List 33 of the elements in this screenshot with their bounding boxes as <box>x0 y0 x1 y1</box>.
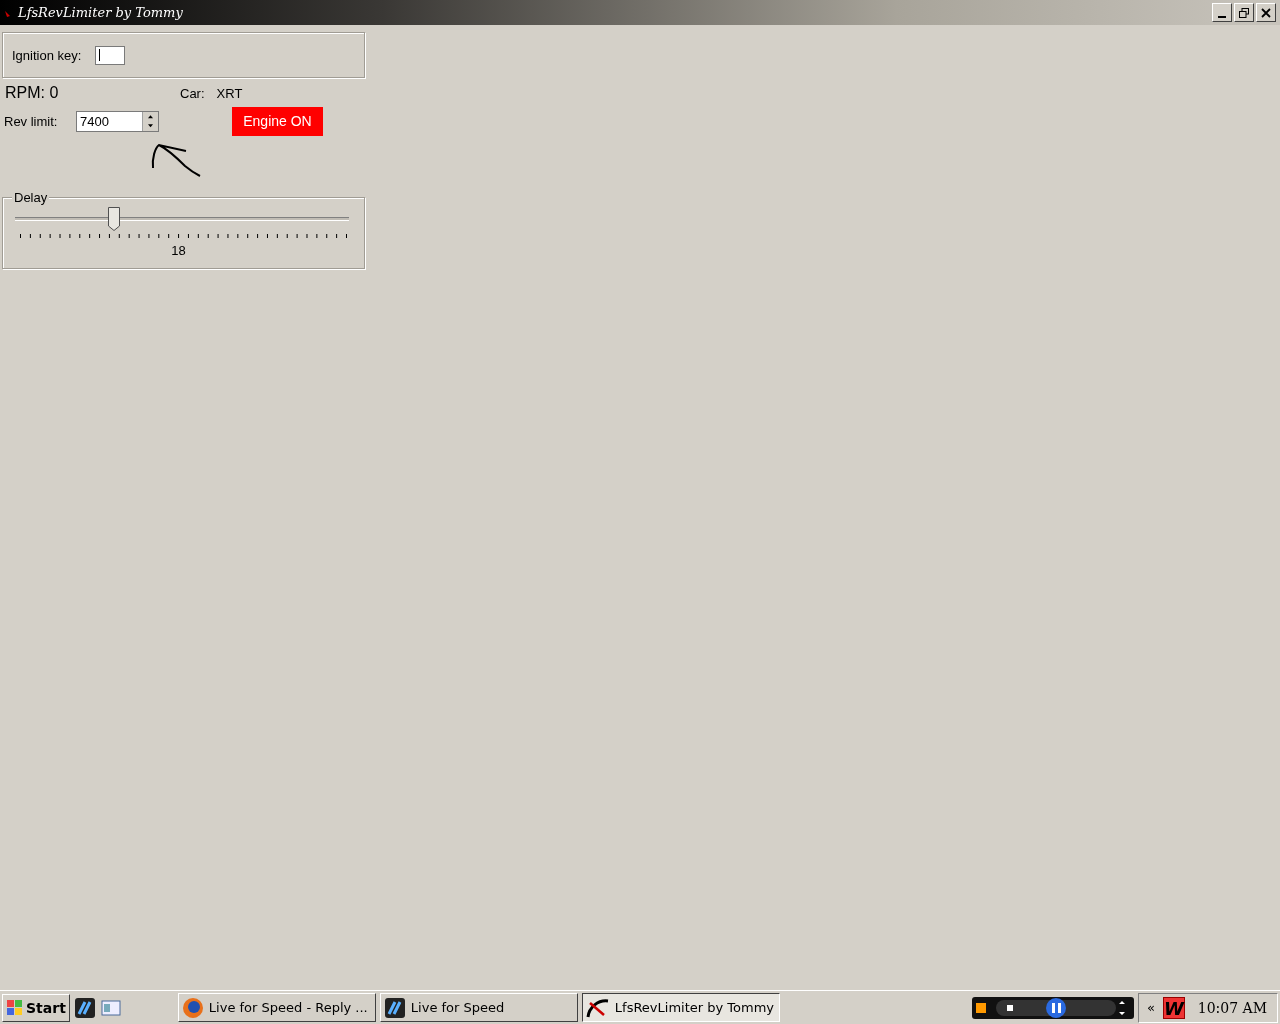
rev-limit-spinner[interactable]: 7400 <box>76 110 159 132</box>
window-title: LfsRevLimiter by Tommy <box>18 5 184 20</box>
ignition-input-field[interactable] <box>95 45 126 65</box>
minimize-icon <box>1218 15 1226 18</box>
taskbar-button[interactable]: Live for Speed <box>379 993 578 1022</box>
close-button[interactable] <box>1256 3 1276 22</box>
delay-value: 18 <box>170 243 187 258</box>
app-icon <box>383 996 406 1019</box>
restore-icon <box>1238 6 1250 19</box>
taskbar-button[interactable]: LfsRevLimiter by Tommy <box>581 993 780 1022</box>
slider-thumb[interactable] <box>107 207 120 231</box>
ignition-label: Ignition key: <box>12 47 82 63</box>
delay-title: Delay <box>12 191 50 205</box>
tray-expand-button[interactable]: « <box>1147 1000 1155 1015</box>
hand-drawn-arrow-drawing <box>149 142 201 177</box>
start-button[interactable]: Start <box>2 993 70 1022</box>
restore-button[interactable] <box>1234 3 1254 22</box>
quick-launch-app-icon[interactable] <box>73 996 96 1019</box>
engine-button[interactable]: Engine ON <box>232 106 323 136</box>
windows-flag-icon <box>6 998 24 1017</box>
globe-icon <box>181 996 204 1019</box>
minimize-button[interactable] <box>1212 3 1232 22</box>
rpm-readout: RPM: 0 <box>5 84 60 102</box>
media-player-toolbar[interactable] <box>972 996 1134 1019</box>
car-label: Car: <box>180 85 205 101</box>
rev-limit-label: Rev limit: <box>4 113 59 129</box>
close-icon <box>1260 6 1272 19</box>
gauge-icon <box>585 996 610 1019</box>
car-value: XRT <box>216 85 243 101</box>
taskbar-button[interactable]: Live for Speed - Reply ... <box>177 993 376 1022</box>
clock: 10:07 AM <box>1197 999 1267 1016</box>
delay-slider[interactable] <box>15 207 349 231</box>
tray-logo-icon[interactable]: W <box>1162 996 1185 1019</box>
